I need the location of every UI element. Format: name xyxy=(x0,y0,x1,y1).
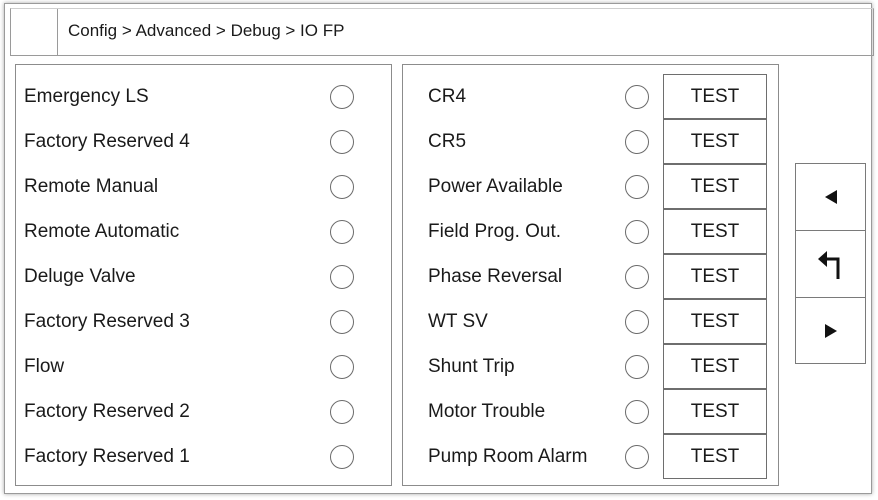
test-button[interactable]: TEST xyxy=(663,74,767,119)
test-button[interactable]: TEST xyxy=(663,209,767,254)
output-indicator xyxy=(625,265,649,289)
test-button[interactable]: TEST xyxy=(663,164,767,209)
left-triangle-icon xyxy=(824,190,837,204)
return-arrow-icon xyxy=(817,250,839,279)
input-row: Factory Reserved 2 xyxy=(24,389,190,434)
input-row: Remote Automatic xyxy=(24,209,179,254)
input-label: Remote Automatic xyxy=(24,220,180,242)
input-row: Deluge Valve xyxy=(24,254,136,299)
input-label: Factory Reserved 1 xyxy=(24,445,190,467)
output-row: CR4 xyxy=(428,74,466,119)
output-row: Field Prog. Out. xyxy=(428,209,561,254)
input-row: Factory Reserved 4 xyxy=(24,119,190,164)
output-row: CR5 xyxy=(428,119,466,164)
input-row: Factory Reserved 1 xyxy=(24,434,190,479)
test-button[interactable]: TEST xyxy=(663,119,767,164)
input-label: Factory Reserved 3 xyxy=(24,310,190,332)
input-indicator xyxy=(330,445,354,469)
input-indicator xyxy=(330,175,354,199)
input-indicator xyxy=(330,400,354,424)
output-indicator xyxy=(625,445,649,469)
test-button[interactable]: TEST xyxy=(663,434,767,479)
input-indicator xyxy=(330,355,354,379)
input-row: Flow xyxy=(24,344,64,389)
output-label: Field Prog. Out. xyxy=(428,220,562,242)
next-button[interactable] xyxy=(796,297,865,363)
outputs-panel: CR4 TEST CR5 TEST Power Available TEST F… xyxy=(402,64,779,486)
output-label: CR5 xyxy=(428,130,467,152)
output-row: Shunt Trip xyxy=(428,344,515,389)
input-label: Remote Manual xyxy=(24,175,159,197)
input-label: Flow xyxy=(24,355,65,377)
output-label: Shunt Trip xyxy=(428,355,515,377)
input-label: Factory Reserved 2 xyxy=(24,400,190,422)
output-indicator xyxy=(625,220,649,244)
test-button[interactable]: TEST xyxy=(663,254,767,299)
output-label: Phase Reversal xyxy=(428,265,563,287)
output-label: Power Available xyxy=(428,175,563,197)
output-label: CR4 xyxy=(428,85,467,107)
test-button[interactable]: TEST xyxy=(663,344,767,389)
output-indicator xyxy=(625,400,649,424)
output-label: Motor Trouble xyxy=(428,400,546,422)
input-indicator xyxy=(330,220,354,244)
output-row: Phase Reversal xyxy=(428,254,562,299)
breadcrumb-bar: Config > Advanced > Debug > IO FP xyxy=(10,8,874,56)
input-label: Emergency LS xyxy=(24,85,149,107)
output-row: Motor Trouble xyxy=(428,389,545,434)
input-indicator xyxy=(330,310,354,334)
output-indicator xyxy=(625,355,649,379)
input-row: Remote Manual xyxy=(24,164,158,209)
output-row: Pump Room Alarm xyxy=(428,434,587,479)
test-button[interactable]: TEST xyxy=(663,389,767,434)
output-indicator xyxy=(625,130,649,154)
output-indicator xyxy=(625,85,649,109)
input-row: Emergency LS xyxy=(24,74,149,119)
output-label: Pump Room Alarm xyxy=(428,445,588,467)
input-label: Factory Reserved 4 xyxy=(24,130,190,152)
output-indicator xyxy=(625,175,649,199)
output-row: Power Available xyxy=(428,164,563,209)
input-indicator xyxy=(330,85,354,109)
test-button[interactable]: TEST xyxy=(663,299,767,344)
right-triangle-icon xyxy=(824,323,837,338)
input-label: Deluge Valve xyxy=(24,265,136,287)
back-button[interactable] xyxy=(796,230,865,296)
previous-button[interactable] xyxy=(796,164,865,230)
breadcrumb: Config > Advanced > Debug > IO FP xyxy=(68,21,345,40)
inputs-panel: Emergency LS Factory Reserved 4 Remote M… xyxy=(15,64,392,486)
output-label: WT SV xyxy=(428,310,488,332)
input-row: Factory Reserved 3 xyxy=(24,299,190,344)
breadcrumb-divider xyxy=(57,9,58,55)
input-indicator xyxy=(330,265,354,289)
output-row: WT SV xyxy=(428,299,488,344)
output-indicator xyxy=(625,310,649,334)
input-indicator xyxy=(330,130,354,154)
nav-panel xyxy=(795,163,866,364)
